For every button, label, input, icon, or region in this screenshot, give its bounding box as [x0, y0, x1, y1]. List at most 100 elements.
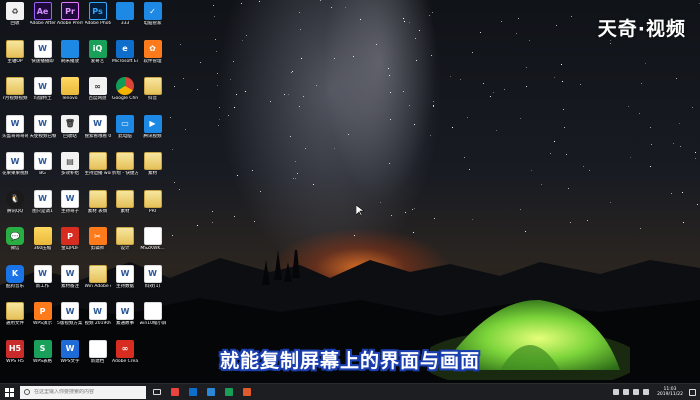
notification-center-icon[interactable]	[689, 388, 696, 396]
desktop-icon[interactable]: 🗑 回收站	[57, 114, 83, 139]
desktop-icon[interactable]: 抖音	[140, 77, 166, 101]
edge-taskbar-button[interactable]	[186, 386, 200, 399]
desktop-icon[interactable]: 刷米播放	[57, 39, 83, 64]
star	[345, 6, 347, 8]
desktop-icon[interactable]: 素材	[140, 152, 166, 176]
desktop-icon[interactable]: 主持边播 word用哥子	[85, 152, 111, 176]
desktop-icon[interactable]: ▶ 腾讯视频	[140, 114, 166, 139]
chrome-taskbar-button[interactable]	[168, 386, 182, 399]
desktop-icon[interactable]: 素材 表情	[85, 189, 111, 214]
desktop-icon[interactable]: W天使视频已帧帧子	[30, 114, 56, 139]
desktop-icon[interactable]: ∞ 百度网盘	[85, 77, 111, 101]
star	[433, 106, 435, 108]
volume-icon[interactable]	[633, 389, 640, 395]
desktop-icon[interactable]: iQ 爱奇艺	[85, 39, 111, 64]
star	[390, 119, 392, 121]
desktop-icon[interactable]: 💬 微信	[2, 227, 28, 251]
star	[553, 141, 555, 143]
star	[515, 32, 517, 34]
desktop-icon[interactable]: 360压缩	[30, 227, 56, 251]
desktop-icon-label: 主轴OP	[7, 58, 23, 64]
desktop-icon[interactable]: W 料效(1)	[140, 264, 166, 289]
document-icon: W	[6, 114, 24, 133]
desktop-icon[interactable]: W头盔哥哥哥哥功能版	[2, 114, 28, 139]
star	[640, 227, 642, 229]
desktop-icon[interactable]: PsAdobe Photosh...	[85, 2, 111, 26]
desktop-icon[interactable]: ✂ 剪辑师	[85, 227, 111, 251]
desktop-icon[interactable]: W 素通故事	[112, 302, 138, 326]
desktop-icon[interactable]: W 快速播播即	[30, 39, 56, 64]
desktop-icon[interactable]: 🐧 腾讯QQ	[2, 189, 28, 214]
mouse-cursor-icon	[356, 205, 364, 217]
star	[520, 117, 522, 119]
desktop-icon[interactable]: ▤ 多效补给	[57, 152, 83, 176]
chevron-up-icon[interactable]	[623, 389, 630, 395]
desktop-icon[interactable]: ♻ 回收	[2, 2, 28, 26]
desktop-icon[interactable]: 主轴OP	[2, 39, 28, 64]
desktop-icon[interactable]: 333	[112, 2, 138, 26]
star	[412, 232, 414, 234]
desktop-icon[interactable]: eMicrosoft Edge	[112, 39, 138, 64]
input-method-icon[interactable]	[643, 389, 650, 395]
desktop-icon[interactable]: P 金山PDF	[57, 227, 83, 251]
desktop-icon[interactable]: PrAdobe Premiere P...	[57, 2, 83, 26]
star	[403, 21, 405, 23]
desktop-icon[interactable]: W 主持数据	[112, 264, 138, 289]
desktop-icon[interactable]: ✿ 软件管理	[140, 39, 166, 64]
desktop-icon[interactable]: 7月视频视频子	[2, 77, 28, 101]
desktop-icon[interactable]: W视频 2019091...	[85, 302, 111, 326]
star	[305, 147, 307, 149]
desktop-icon[interactable]: win10缩小屏 选择	[140, 302, 166, 326]
network-icon[interactable]	[613, 389, 620, 395]
desktop-icon[interactable]: ▭ 此电脑	[112, 114, 138, 139]
star	[679, 146, 681, 148]
wps-presentation-icon: P	[33, 302, 52, 320]
desktop-icon[interactable]: 设计	[112, 227, 138, 251]
desktop-icon[interactable]: 通用文件	[2, 302, 28, 326]
desktop-icon[interactable]: Win Adobe cc 2018 注...	[85, 264, 111, 289]
desktop-icon[interactable]: 折绘 - 快捷方式	[112, 152, 138, 176]
star	[211, 210, 213, 212]
desktop-icon[interactable]: W 玛伽特土	[30, 77, 56, 101]
document-icon: W	[88, 114, 107, 133]
desktop-icon[interactable]: MSZKWK...	[140, 227, 166, 251]
desktop-icon[interactable]: W花果果果视频方案视频子07.08	[2, 152, 28, 176]
star	[270, 100, 272, 102]
star	[464, 156, 466, 158]
star	[388, 74, 390, 76]
document-icon: W	[33, 77, 52, 95]
star	[254, 220, 256, 222]
desktop-icon[interactable]: W 图只是调1	[30, 189, 56, 214]
taskbar-clock[interactable]: 11:03 2019/11/22	[657, 387, 683, 397]
task-view-button[interactable]	[150, 386, 164, 399]
chrome-icon	[116, 77, 134, 95]
desktop-icon[interactable]: lenovo	[57, 77, 83, 101]
desktop-icon[interactable]: ✓ 电脑管家	[140, 2, 166, 26]
store-taskbar-button[interactable]	[204, 386, 218, 399]
star	[288, 93, 290, 95]
taskbar-search-input[interactable]	[34, 389, 134, 395]
desktop-icon[interactable]: AeAdobe After Effects CC	[30, 2, 56, 26]
desktop-icon[interactable]: W 主持哥子	[57, 189, 83, 214]
desktop-icon[interactable]: K 酷狗音乐	[2, 264, 28, 289]
star	[433, 100, 435, 102]
wechat-icon: 💬	[6, 227, 24, 245]
desktop-icon[interactable]: Google Chrome	[112, 77, 138, 101]
desktop-icon-label: 腾讯QQ	[6, 208, 24, 214]
taskbar-search-box[interactable]	[20, 385, 146, 399]
app-taskbar-button[interactable]	[240, 386, 254, 399]
desktop-icon[interactable]: PRI	[140, 189, 166, 214]
desktop-icon[interactable]: W BG	[30, 152, 56, 176]
document-icon: W	[143, 264, 162, 283]
desktop-icon[interactable]: 素材	[112, 189, 138, 214]
iqiyi-taskbar-button[interactable]	[222, 386, 236, 399]
desktop-icon[interactable]: W搜索看哦看 07.09.05...	[85, 114, 111, 139]
start-button[interactable]	[0, 384, 18, 400]
desktop-icon-label: 金山PDF	[61, 246, 79, 251]
desktop-icon[interactable]: W5版视频方案 音字剧集...	[57, 302, 83, 326]
star	[638, 112, 640, 114]
desktop-icon[interactable]: P WPS演示	[30, 302, 56, 326]
desktop-icon[interactable]: W 新工作	[30, 264, 56, 289]
star	[431, 12, 433, 14]
desktop-icon[interactable]: W 素材备注	[57, 264, 83, 289]
